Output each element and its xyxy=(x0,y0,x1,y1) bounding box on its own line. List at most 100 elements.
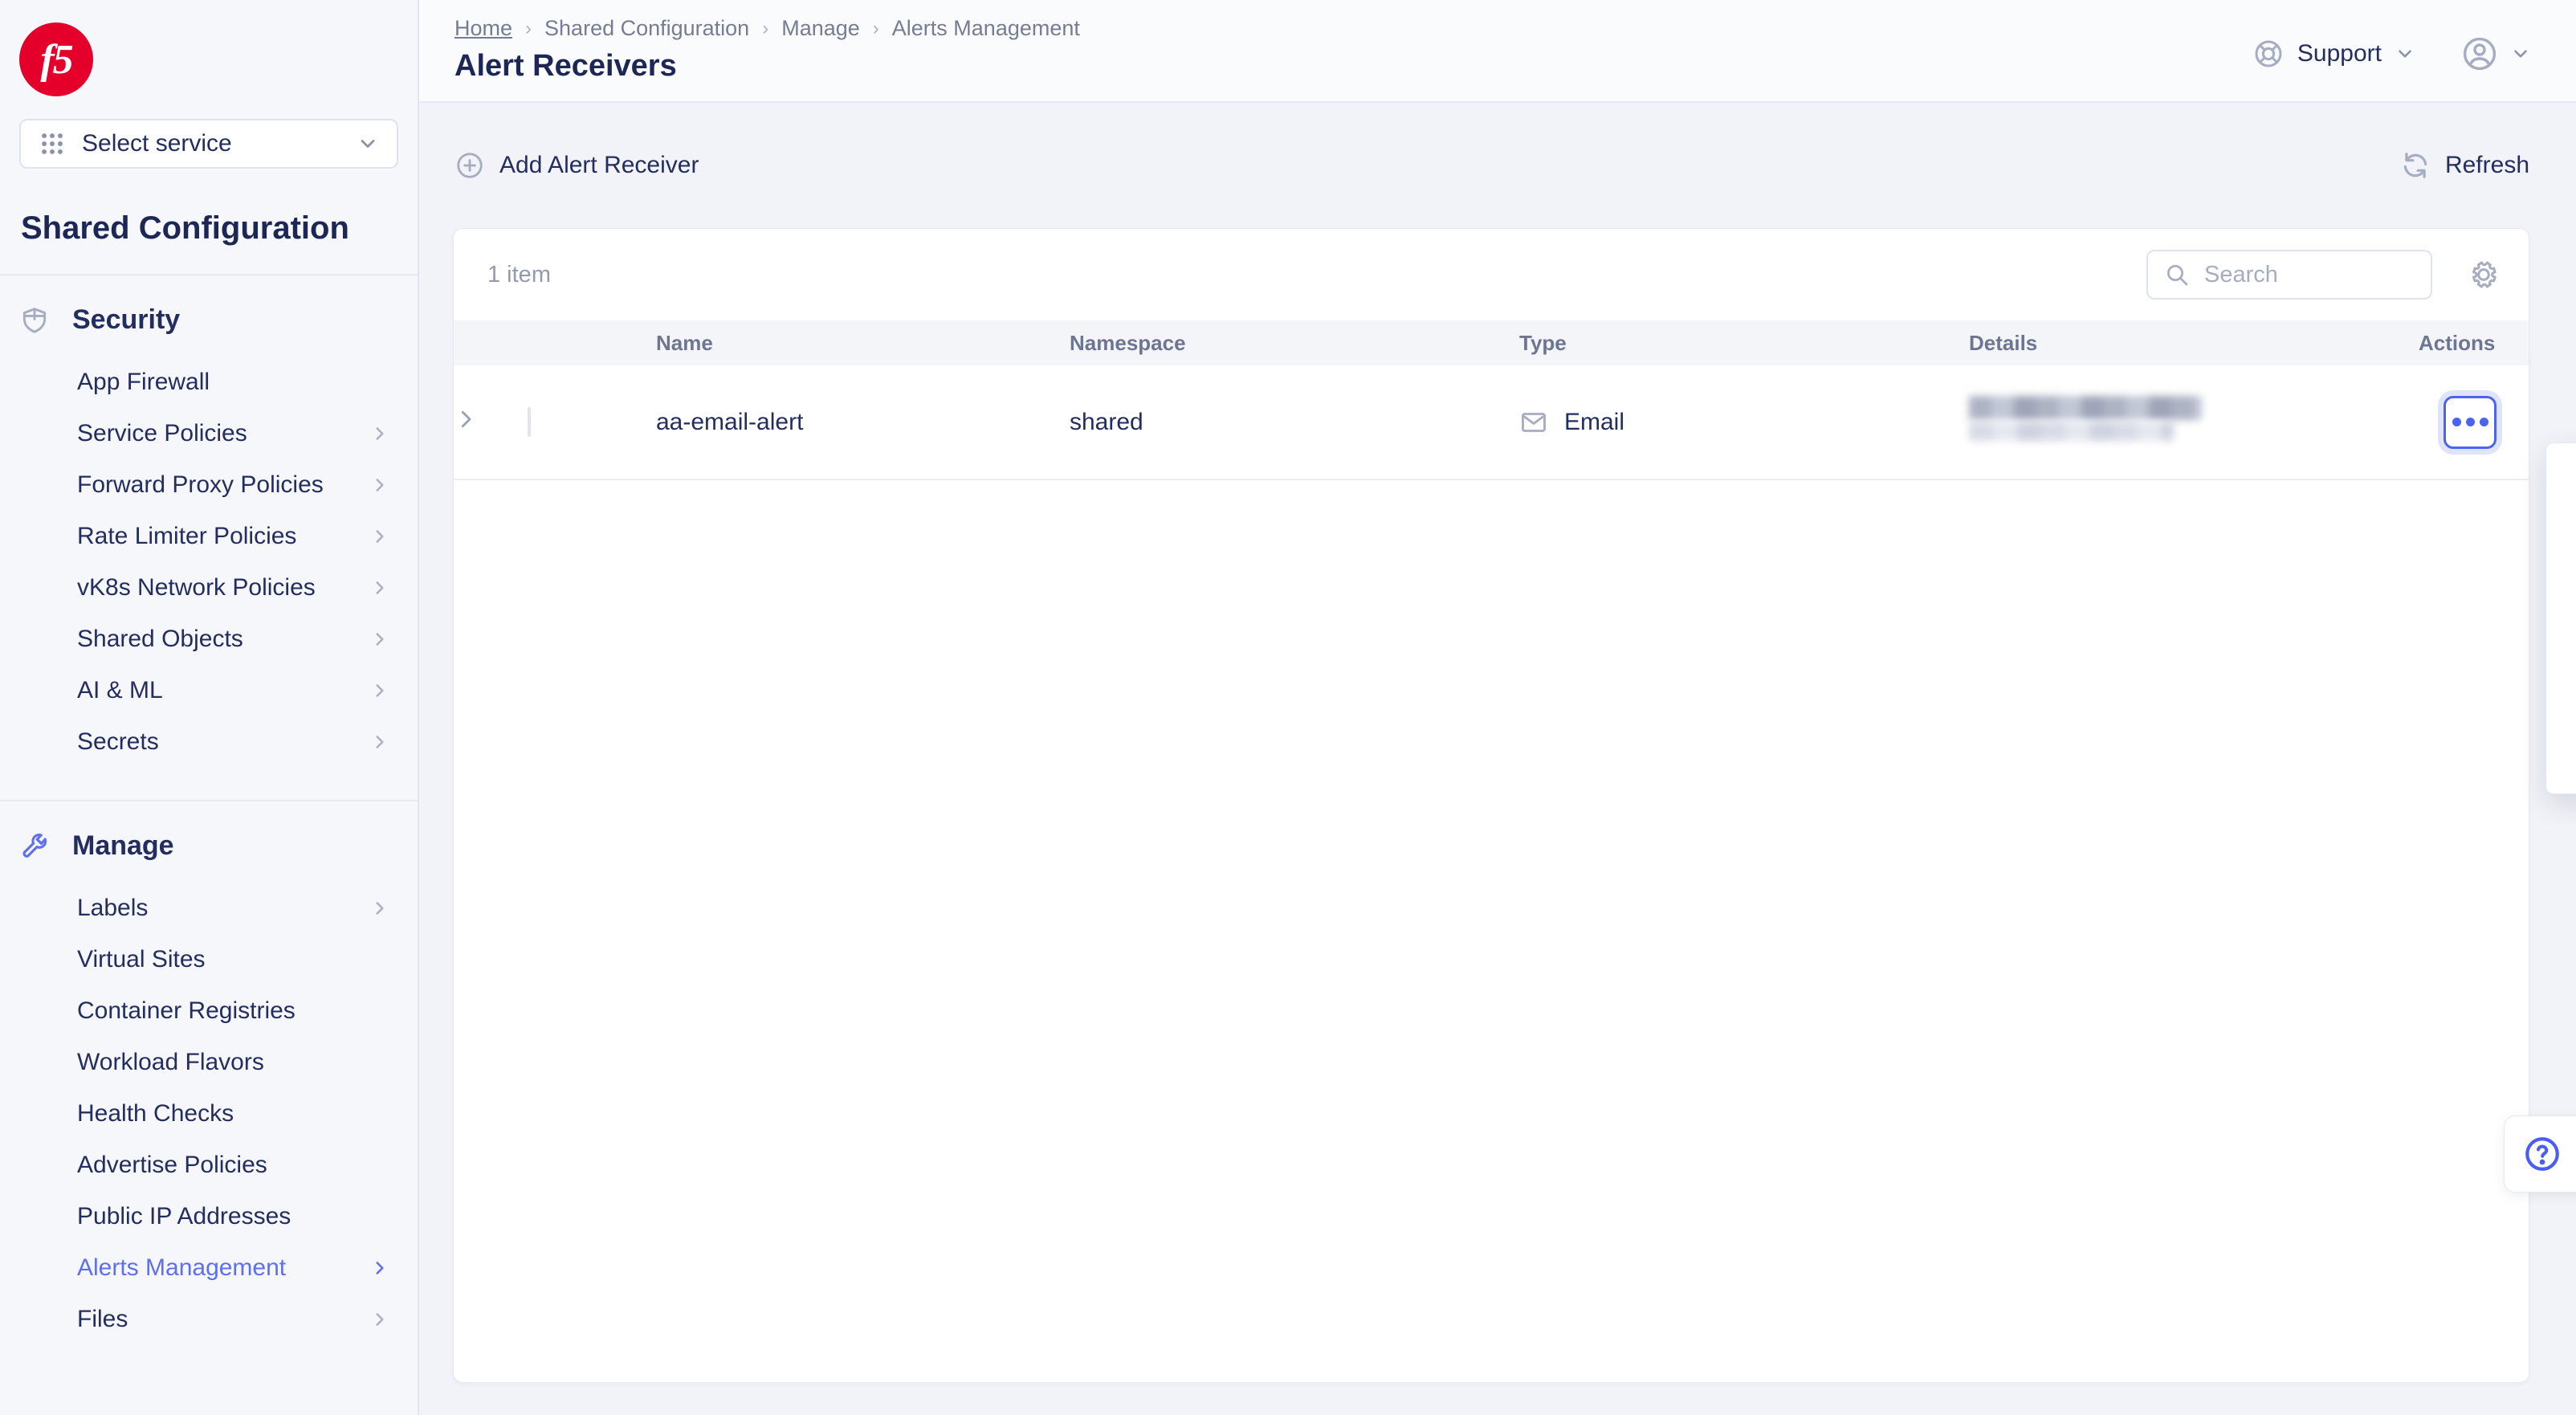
chevron-right-icon xyxy=(369,526,390,547)
sidebar-item-forward-proxy-policies[interactable]: Forward Proxy Policies xyxy=(19,459,398,511)
item-count: 1 item xyxy=(487,262,551,288)
sidebar-item-health-checks[interactable]: Health Checks xyxy=(19,1088,398,1140)
chevron-right-icon xyxy=(369,423,390,444)
sidebar-section-header-manage[interactable]: Manage xyxy=(19,830,398,862)
refresh-button[interactable]: Refresh xyxy=(2400,150,2529,181)
sidebar-item-container-registries[interactable]: Container Registries xyxy=(19,985,398,1037)
add-alert-receiver-button[interactable]: Add Alert Receiver xyxy=(454,150,699,181)
sidebar: f5 Select service Shared Configuration xyxy=(0,0,419,1415)
breadcrumb: Home › Shared Configuration › Manage › A… xyxy=(454,16,1080,41)
sidebar-item-public-ip-addresses[interactable]: Public IP Addresses xyxy=(19,1191,398,1242)
chevron-right-icon xyxy=(369,898,390,919)
section-label: Security xyxy=(72,304,180,336)
column-header-namespace[interactable]: Namespace xyxy=(1070,320,1519,365)
app-window: f5 Select service Shared Configuration xyxy=(0,0,2576,1415)
column-header-name[interactable]: Name xyxy=(608,320,1070,365)
sidebar-section-header-security[interactable]: Security xyxy=(19,304,398,336)
sidebar-item-rate-limiter-policies[interactable]: Rate Limiter Policies xyxy=(19,511,398,562)
search-box xyxy=(2146,250,2432,300)
row-actions-menu: Manage Configuration Clone Object Delete xyxy=(2545,442,2576,794)
breadcrumb-alerts-management: Alerts Management xyxy=(892,16,1080,41)
cell-name[interactable]: aa-email-alert xyxy=(608,365,1070,479)
menu-item-enter-verification-code[interactable]: Enter verification code xyxy=(2546,721,2576,773)
menu-item-clone-object[interactable]: Clone Object xyxy=(2546,516,2576,567)
wrench-icon xyxy=(19,831,50,862)
table-toolbar: 1 item xyxy=(454,229,2529,320)
chevron-right-icon: › xyxy=(873,18,879,40)
breadcrumb-home[interactable]: Home xyxy=(454,16,512,41)
table-settings-button[interactable] xyxy=(2468,259,2500,291)
avatar-icon xyxy=(2460,35,2499,73)
alert-receivers-table-card: 1 item xyxy=(453,228,2529,1383)
section-label: Manage xyxy=(72,830,174,862)
redacted-details xyxy=(1969,396,2210,442)
row-actions-button[interactable] xyxy=(2444,396,2497,449)
sidebar-item-alerts-management[interactable]: Alerts Management xyxy=(19,1242,398,1294)
plus-circle-icon xyxy=(454,150,485,181)
chevron-right-icon xyxy=(369,629,390,650)
grid-icon xyxy=(39,130,66,157)
page-actions-row: Add Alert Receiver Refresh xyxy=(419,103,2576,228)
shield-icon xyxy=(19,305,50,336)
page-title: Alert Receivers xyxy=(454,49,1080,84)
lifebuoy-icon xyxy=(2252,38,2285,70)
menu-item-verify-email[interactable]: Verify Email xyxy=(2546,670,2576,721)
alert-receivers-table: Name Namespace Type Details Actions xyxy=(454,320,2529,480)
menu-item-send-test-alert[interactable]: Send Test Alert xyxy=(2546,618,2576,670)
chevron-right-icon: › xyxy=(762,18,768,40)
main-area: Home › Shared Configuration › Manage › A… xyxy=(419,0,2576,1415)
row-expander-icon[interactable] xyxy=(454,407,478,431)
sidebar-item-workload-flavors[interactable]: Workload Flavors xyxy=(19,1037,398,1088)
support-label: Support xyxy=(2297,40,2382,67)
table-row: aa-email-alert shared Email xyxy=(454,365,2529,479)
sidebar-section-manage: Manage Labels Virtual Sites Container Re… xyxy=(0,800,418,1377)
sidebar-item-labels[interactable]: Labels xyxy=(19,883,398,934)
chevron-right-icon xyxy=(369,1309,390,1330)
sidebar-item-vk8s-network-policies[interactable]: vK8s Network Policies xyxy=(19,562,398,614)
sidebar-item-app-firewall[interactable]: App Firewall xyxy=(19,357,398,408)
column-header-details: Details xyxy=(1969,320,2419,365)
breadcrumb-manage[interactable]: Manage xyxy=(781,16,860,41)
support-menu[interactable]: Support xyxy=(2252,38,2415,70)
chevron-right-icon xyxy=(369,680,390,701)
sidebar-item-service-policies[interactable]: Service Policies xyxy=(19,408,398,459)
chevron-down-icon xyxy=(2510,43,2531,64)
f5-logo[interactable]: f5 xyxy=(19,22,93,96)
user-menu[interactable] xyxy=(2460,35,2531,73)
chevron-right-icon xyxy=(369,475,390,495)
cell-type: Email xyxy=(1519,408,1969,437)
chevron-right-icon xyxy=(369,1258,390,1278)
context-title: Shared Configuration xyxy=(19,210,398,274)
search-icon xyxy=(2164,262,2190,287)
table-header-row: Name Namespace Type Details Actions xyxy=(454,320,2529,365)
top-header: Home › Shared Configuration › Manage › A… xyxy=(419,0,2576,103)
row-checkbox[interactable] xyxy=(528,407,531,437)
menu-item-manage-configuration[interactable]: Manage Configuration xyxy=(2546,464,2576,516)
sidebar-item-shared-objects[interactable]: Shared Objects xyxy=(19,614,398,665)
column-header-type[interactable]: Type xyxy=(1519,320,1969,365)
sidebar-section-security: Security App Firewall Service Policies F… xyxy=(0,275,418,800)
help-widget[interactable] xyxy=(2504,1115,2576,1193)
chevron-down-icon xyxy=(357,133,379,155)
question-circle-icon xyxy=(2522,1134,2562,1174)
breadcrumb-shared-configuration[interactable]: Shared Configuration xyxy=(544,16,749,41)
cell-namespace: shared xyxy=(1070,365,1519,479)
sidebar-item-virtual-sites[interactable]: Virtual Sites xyxy=(19,934,398,985)
email-icon xyxy=(1519,408,1548,437)
chevron-down-icon xyxy=(2395,43,2415,64)
sidebar-item-advertise-policies[interactable]: Advertise Policies xyxy=(19,1140,398,1191)
refresh-icon xyxy=(2400,150,2431,181)
chevron-right-icon: › xyxy=(525,18,532,40)
sidebar-item-ai-ml[interactable]: AI & ML xyxy=(19,665,398,716)
sidebar-item-secrets[interactable]: Secrets xyxy=(19,716,398,768)
menu-item-delete[interactable]: Delete xyxy=(2546,567,2576,618)
column-header-actions: Actions xyxy=(2419,320,2529,365)
search-input[interactable] xyxy=(2204,262,2415,288)
content-area: Add Alert Receiver Refresh 1 item xyxy=(419,103,2576,1415)
select-service-label: Select service xyxy=(82,130,340,157)
chevron-right-icon xyxy=(369,577,390,598)
chevron-right-icon xyxy=(369,732,390,752)
gear-icon xyxy=(2468,259,2500,291)
select-service-dropdown[interactable]: Select service xyxy=(19,119,398,169)
sidebar-item-files[interactable]: Files xyxy=(19,1294,398,1345)
